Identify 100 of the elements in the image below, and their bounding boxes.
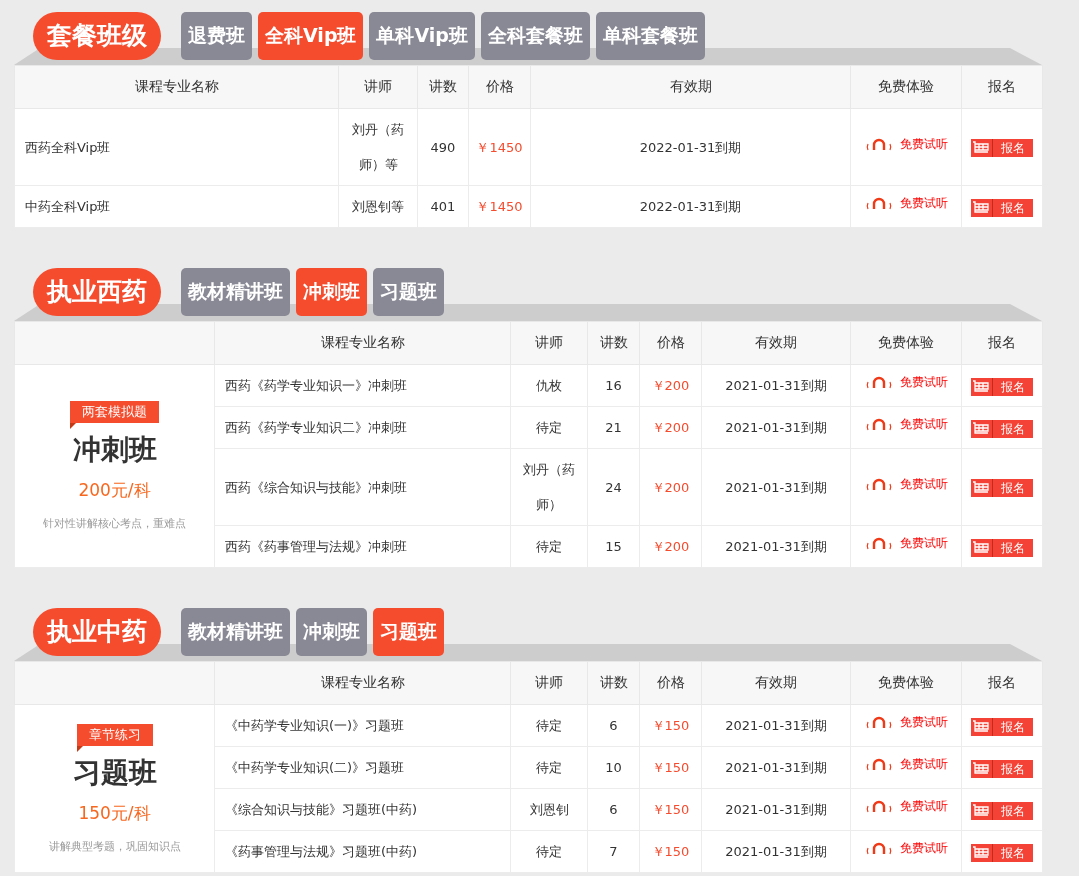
headphones-icon: [864, 714, 894, 730]
column-header: 讲数: [417, 65, 469, 109]
validity-cell: 2021-01-31到期: [701, 830, 851, 873]
category-tab[interactable]: 单科Vip班: [369, 12, 475, 60]
free-trial-link[interactable]: 免费试听: [864, 134, 948, 153]
tag-pointer-icon: [70, 423, 76, 429]
column-header: 价格: [639, 321, 702, 365]
signup-button[interactable]: 报名: [971, 538, 1033, 557]
course-name: 西药全科Vip班: [14, 108, 339, 186]
price-cell: ￥200: [639, 448, 702, 526]
cart-icon: [972, 200, 990, 215]
column-header: 免费体验: [850, 661, 962, 705]
section-title: 执业西药: [33, 268, 161, 316]
column-header: 有效期: [701, 661, 851, 705]
category-tab[interactable]: 全科Vip班: [258, 12, 364, 60]
column-header: 讲师: [510, 661, 588, 705]
lesson-count: 6: [587, 704, 640, 747]
course-tag: 章节练习: [76, 723, 153, 746]
validity-cell: 2021-01-31到期: [701, 788, 851, 831]
category-tab[interactable]: 冲刺班: [296, 268, 367, 316]
column-header: 报名: [961, 661, 1043, 705]
category-tab[interactable]: 单科套餐班: [595, 12, 705, 60]
signup-button[interactable]: 报名: [971, 479, 1033, 497]
price-cell: ￥150: [639, 830, 702, 873]
headphones-icon: [864, 374, 894, 390]
course-name: 西药《综合知识与技能》冲刺班: [214, 448, 511, 526]
category-tab[interactable]: 教材精讲班: [181, 608, 290, 656]
course-description: 针对性讲解核心考点，重难点: [42, 516, 187, 531]
course-type-title: 习题班: [71, 754, 158, 791]
lesson-count: 21: [587, 406, 640, 449]
price-cell: ￥1450: [468, 185, 531, 228]
column-header: 价格: [639, 661, 702, 705]
cart-icon: [972, 141, 990, 155]
validity-cell: 2021-01-31到期: [701, 746, 851, 789]
course-name: 《中药学专业知识(二)》习题班: [214, 746, 511, 789]
signup-button[interactable]: 报名: [971, 759, 1033, 778]
course-description: 讲解典型考题，巩固知识点: [47, 838, 182, 854]
price-cell: ￥200: [639, 364, 702, 407]
teacher-cell: 待定: [510, 525, 588, 568]
course-name: 《药事管理与法规》习题班(中药): [214, 830, 511, 873]
validity-cell: 2021-01-31到期: [701, 364, 851, 407]
teacher-cell: 刘丹（药师）等: [338, 108, 418, 186]
signup-button[interactable]: 报名: [971, 419, 1033, 438]
signup-button[interactable]: 报名: [971, 843, 1033, 862]
category-tab[interactable]: 习题班: [373, 608, 444, 656]
cart-icon: [972, 803, 990, 818]
category-tab[interactable]: 全科套餐班: [480, 12, 590, 60]
column-header: 有效期: [701, 321, 851, 365]
price-cell: ￥200: [639, 525, 702, 568]
section-title: 套餐班级: [33, 12, 161, 60]
lesson-count: 16: [587, 364, 640, 407]
column-header: 报名: [961, 321, 1043, 365]
price-cell: ￥150: [639, 704, 702, 747]
lesson-count: 490: [417, 108, 469, 186]
category-tab[interactable]: 冲刺班: [296, 608, 367, 656]
cart-icon: [972, 379, 990, 394]
column-header: 免费体验: [850, 321, 962, 365]
validity-cell: 2021-01-31到期: [701, 406, 851, 449]
teacher-cell: 刘恩钊: [510, 788, 588, 831]
validity-cell: 2021-01-31到期: [701, 448, 851, 526]
cart-icon: [972, 540, 990, 555]
headphones-icon: [864, 840, 894, 856]
lesson-count: 7: [587, 830, 640, 873]
price-cell: ￥200: [639, 406, 702, 449]
cart-icon: [972, 421, 990, 436]
teacher-cell: 待定: [510, 406, 588, 449]
course-price: 200元/科: [77, 479, 152, 502]
lesson-count: 6: [587, 788, 640, 831]
price-cell: ￥150: [639, 746, 702, 789]
teacher-cell: 刘恩钊等: [338, 185, 418, 228]
price-cell: ￥1450: [468, 108, 531, 186]
course-price: 150元/科: [77, 801, 152, 825]
column-header: 价格: [468, 65, 531, 109]
cart-icon: [972, 845, 990, 860]
signup-button[interactable]: 报名: [971, 377, 1033, 396]
course-name: 西药《药学专业知识二》冲刺班: [214, 406, 511, 449]
course-name: 中药全科Vip班: [14, 185, 339, 228]
signup-button[interactable]: 报名: [971, 801, 1033, 820]
validity-cell: 2021-01-31到期: [701, 704, 851, 747]
teacher-cell: 待定: [510, 704, 588, 747]
course-type-title: 冲刺班: [71, 432, 158, 468]
signup-button[interactable]: 报名: [971, 139, 1033, 157]
headphones-icon: [864, 195, 894, 211]
cart-icon: [972, 761, 990, 776]
lesson-count: 24: [587, 448, 640, 526]
free-trial-link[interactable]: 免费试听: [864, 474, 948, 493]
headphones-icon: [864, 756, 894, 772]
category-tab[interactable]: 退费班: [181, 12, 252, 60]
column-header: 免费体验: [850, 65, 962, 109]
price-cell: ￥150: [639, 788, 702, 831]
validity-cell: 2022-01-31到期: [530, 185, 851, 228]
teacher-cell: 刘丹（药师）: [510, 448, 588, 526]
signup-button[interactable]: 报名: [971, 717, 1033, 736]
signup-button[interactable]: 报名: [971, 198, 1033, 217]
course-name: 《综合知识与技能》习题班(中药): [214, 788, 511, 831]
category-tab[interactable]: 习题班: [373, 268, 444, 316]
column-header: 有效期: [530, 65, 851, 109]
lesson-count: 401: [417, 185, 469, 228]
category-tab[interactable]: 教材精讲班: [181, 268, 290, 316]
course-name: 《中药学专业知识(一)》习题班: [214, 704, 511, 747]
